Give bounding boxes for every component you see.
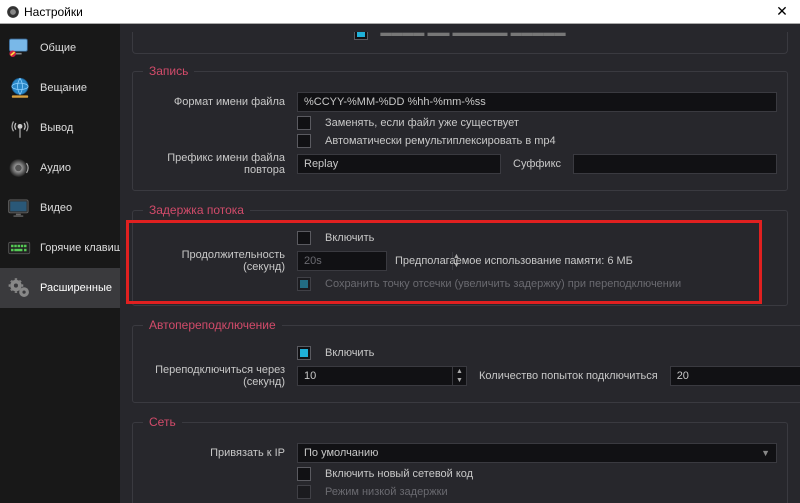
auto-reconnect-group: Автопереподключение Включить Переподключ… [132,318,800,403]
reconnect-enable-label: Включить [325,347,374,359]
recording-group: Запись Формат имени файла Заменять, если… [132,64,788,191]
bind-ip-value: По умолчанию [304,447,378,459]
truncated-checkbox[interactable] [354,32,368,40]
network-group: Сеть Привязать к IP По умолчанию ▼ Включ… [132,415,788,503]
gears-icon [6,274,34,302]
sidebar-item-label: Аудио [40,162,71,174]
close-button[interactable]: ✕ [770,3,794,20]
new-netcode-label: Включить новый сетевой код [325,468,473,480]
stream-delay-legend: Задержка потока [143,203,250,217]
recording-legend: Запись [143,64,194,78]
sidebar-item-label: Общие [40,42,76,54]
truncated-label: ▬▬▬▬ ▬▬ ▬▬▬▬▬ ▬▬▬▬▬ [380,32,565,39]
keyboard-icon [6,234,34,262]
truncated-group-top: ▬▬▬▬ ▬▬ ▬▬▬▬▬ ▬▬▬▬▬ [132,32,788,54]
new-netcode-checkbox[interactable] [297,467,311,481]
retry-delay-input[interactable] [298,367,452,385]
auto-remux-checkbox[interactable] [297,134,311,148]
low-latency-checkbox [297,485,311,499]
chevron-down-icon: ▼ [761,448,770,458]
monitor-icon [6,34,34,62]
retry-delay-spinner[interactable]: ▲▼ [452,367,466,385]
network-legend: Сеть [143,415,182,429]
window-title: Настройки [20,5,770,19]
sidebar-item-label: Видео [40,202,72,214]
bind-ip-select[interactable]: По умолчанию ▼ [297,443,777,463]
app-icon [6,5,20,19]
auto-remux-label: Автоматически ремультиплексировать в mp4 [325,135,556,147]
filename-format-input[interactable] [297,92,777,112]
sidebar-item-hotkeys[interactable]: Горячие клавиши [0,228,120,268]
sidebar: Общие Вещание Вывод Аудио Видео Горячие … [0,24,120,503]
max-retries-input[interactable] [671,367,800,385]
suffix-label: Суффикс [509,158,565,170]
reconnect-enable-checkbox[interactable] [297,346,311,360]
replay-prefix-input[interactable] [297,154,501,174]
highlight-annotation [126,220,762,304]
auto-reconnect-legend: Автопереподключение [143,318,282,332]
sidebar-item-video[interactable]: Видео [0,188,120,228]
sidebar-item-label: Вещание [40,82,87,94]
sidebar-item-general[interactable]: Общие [0,28,120,68]
sidebar-item-label: Расширенные [40,282,112,294]
sidebar-item-stream[interactable]: Вещание [0,68,120,108]
max-retries-label: Количество попыток подключиться [475,370,662,382]
sidebar-item-label: Горячие клавиши [40,242,120,254]
sidebar-item-output[interactable]: Вывод [0,108,120,148]
titlebar: Настройки ✕ [0,0,800,24]
globe-icon [6,74,34,102]
sidebar-item-label: Вывод [40,122,73,134]
replay-prefix-label: Префикс имени файла повтора [143,152,291,176]
spin-down-icon[interactable]: ▼ [453,376,466,385]
spin-up-icon[interactable]: ▲ [453,367,466,376]
suffix-input[interactable] [573,154,777,174]
overwrite-label: Заменять, если файл уже существует [325,117,519,129]
display-icon [6,194,34,222]
settings-content: ▬▬▬▬ ▬▬ ▬▬▬▬▬ ▬▬▬▬▬ Запись Формат имени … [120,24,800,503]
bind-ip-label: Привязать к IP [143,447,291,459]
retry-delay-label: Переподключиться через (секунд) [143,364,291,388]
overwrite-checkbox[interactable] [297,116,311,130]
sidebar-item-audio[interactable]: Аудио [0,148,120,188]
filename-format-label: Формат имени файла [143,96,291,108]
antenna-icon [6,114,34,142]
sidebar-item-advanced[interactable]: Расширенные [0,268,120,308]
low-latency-label: Режим низкой задержки [325,486,448,498]
speaker-icon [6,154,34,182]
